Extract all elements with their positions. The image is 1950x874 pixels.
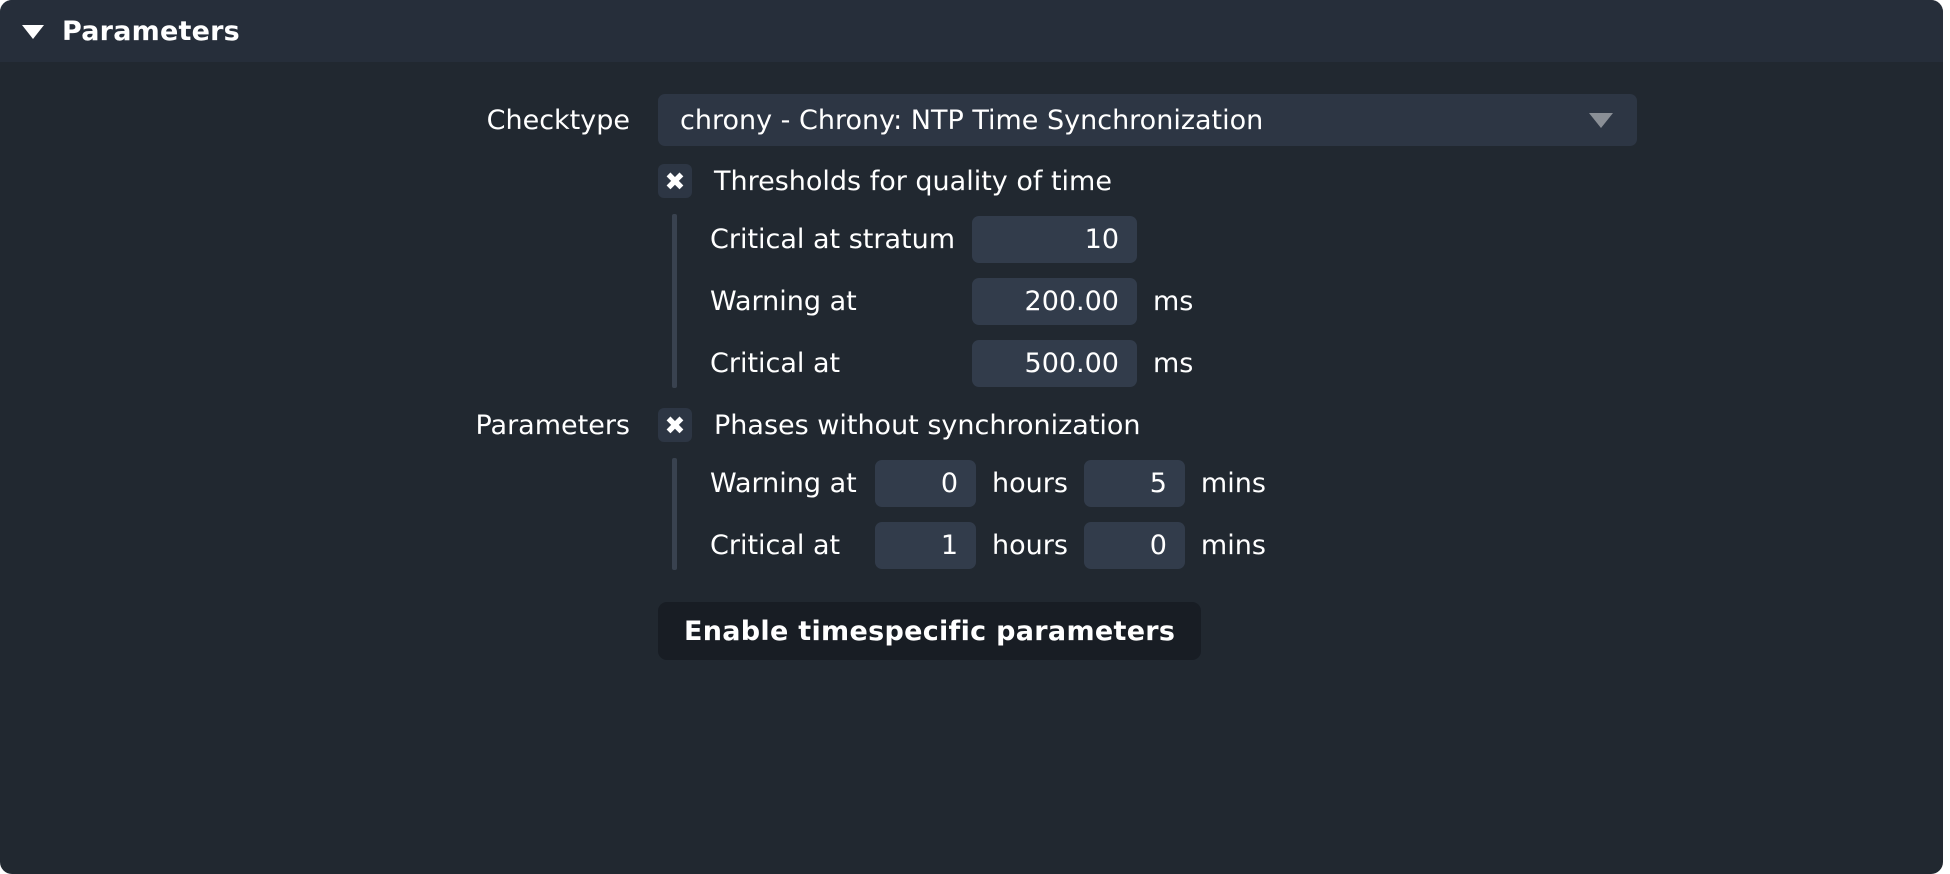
critical-ms-input[interactable]: 500.00 (972, 339, 1137, 387)
warning-time-row: Warning at 0 hours 5 mins (710, 452, 1943, 514)
thresholds-checkbox-label: Thresholds for quality of time (714, 165, 1112, 197)
parameters-label: Parameters (475, 409, 630, 441)
panel-header[interactable]: Parameters (0, 0, 1943, 62)
parameters-panel: Parameters Checktype chrony - Chrony: NT… (0, 0, 1943, 874)
checkmark-x-icon[interactable]: ✖ (658, 164, 692, 198)
warning-ms-row: Warning at 200.00 ms (710, 270, 1943, 332)
critical-time-label: Critical at (710, 529, 841, 561)
critical-ms-row: Critical at 500.00 ms (710, 332, 1943, 394)
triangle-down-icon[interactable] (22, 25, 44, 39)
warning-mins-input[interactable]: 5 (1083, 459, 1185, 507)
checktype-select-value: chrony - Chrony: NTP Time Synchronizatio… (680, 104, 1264, 136)
critical-hours-input[interactable]: 1 (875, 521, 976, 569)
checktype-select[interactable]: chrony - Chrony: NTP Time Synchronizatio… (658, 94, 1637, 146)
checktype-label: Checktype (486, 104, 630, 136)
warning-hours-unit: hours (992, 467, 1068, 499)
warning-mins-unit: mins (1200, 467, 1266, 499)
warning-ms-label: Warning at (710, 285, 857, 317)
thresholds-group: Critical at stratum 10 Warning at 200.00… (672, 208, 1943, 394)
panel-body: Checktype chrony - Chrony: NTP Time Sync… (0, 62, 1943, 660)
parameters-row: Parameters ✖ Phases without synchronizat… (0, 408, 1943, 442)
warning-hours-input[interactable]: 0 (875, 459, 976, 507)
thresholds-checkbox-row[interactable]: ✖ Thresholds for quality of time (658, 164, 1943, 198)
critical-mins-unit: mins (1200, 529, 1266, 561)
warning-time-label: Warning at (710, 467, 857, 499)
enable-timespecific-wrap: Enable timespecific parameters (658, 602, 1943, 660)
critical-stratum-label: Critical at stratum (710, 223, 956, 255)
warning-ms-input[interactable]: 200.00 (972, 277, 1137, 325)
chevron-down-icon[interactable] (1589, 112, 1613, 128)
checkmark-x-icon[interactable]: ✖ (658, 408, 692, 442)
enable-timespecific-parameters-button[interactable]: Enable timespecific parameters (658, 602, 1202, 660)
critical-stratum-row: Critical at stratum 10 (710, 208, 1943, 270)
phases-checkbox-field: ✖ Phases without synchronization (658, 408, 1141, 442)
warning-ms-unit: ms (1153, 285, 1194, 317)
phases-group: Warning at 0 hours 5 mins Critical at 1 … (672, 452, 1943, 576)
critical-ms-label: Critical at (710, 347, 841, 379)
checktype-row: Checktype chrony - Chrony: NTP Time Sync… (0, 94, 1943, 146)
critical-stratum-input[interactable]: 10 (972, 215, 1137, 263)
critical-ms-unit: ms (1153, 347, 1194, 379)
critical-hours-unit: hours (992, 529, 1068, 561)
checktype-field: chrony - Chrony: NTP Time Synchronizatio… (658, 94, 1637, 146)
phases-checkbox-label: Phases without synchronization (714, 409, 1141, 441)
critical-time-row: Critical at 1 hours 0 mins (710, 514, 1943, 576)
critical-mins-input[interactable]: 0 (1083, 521, 1185, 569)
page-title: Parameters (62, 15, 240, 47)
